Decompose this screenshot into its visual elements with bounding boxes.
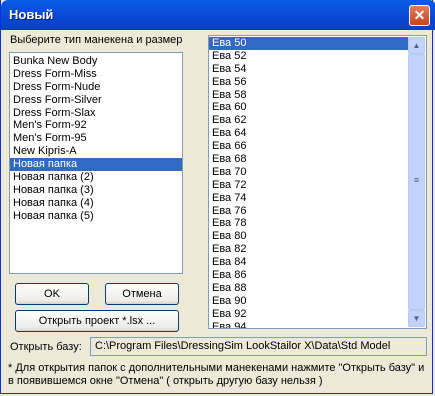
size-list-item[interactable]: Ева 62 [209,114,408,127]
mannequin-list-item[interactable]: Bunka New Body [10,55,182,68]
mannequin-list-item[interactable]: Men's Form-92 [10,119,182,132]
size-list-item[interactable]: Ева 66 [209,140,408,153]
size-list[interactable]: Ева 50 Ева 52 Ева 54 Ева 56 Ева 58 Ева 60 Ева … [208,35,427,329]
scrollbar-thumb[interactable]: ≡ [408,54,425,310]
mannequin-list-item[interactable]: Dress Form-Miss [10,68,182,81]
window-title: Новый [9,7,54,22]
ok-button[interactable]: OK [15,283,89,305]
mannequin-type-list[interactable]: Bunka New Body Dress Form-Miss Dress Form-… [9,52,183,274]
size-list-items: Ева 50 Ева 52 Ева 54 Ева 56 Ева 58 Ева 60 Ева … [209,37,408,328]
mannequin-list-item[interactable]: New Kipris-A [10,145,182,158]
close-button[interactable]: ✕ [409,5,430,26]
info-note: * Для открытия папок с дополнительными м… [8,362,425,387]
size-list-item[interactable]: Ева 90 [209,295,408,308]
size-list-item[interactable]: Ева 64 [209,127,408,140]
size-list-item[interactable]: Ева 80 [209,230,408,243]
cancel-button[interactable]: Отмена [105,283,179,305]
mannequin-list-item[interactable]: Новая папка (3) [10,184,182,197]
open-project-button[interactable]: Открыть проект *.lsx ... [15,310,179,332]
size-list-item[interactable]: Ева 60 [209,101,408,114]
dialog-window: Новый ✕ Выберите тип манекена и размер B… [0,0,435,394]
mannequin-list-item[interactable]: Men's Form-95 [10,132,182,145]
mannequin-list-item[interactable]: Dress Form-Silver [10,94,182,107]
size-list-item[interactable]: Ева 70 [209,166,408,179]
size-list-item[interactable]: Ева 84 [209,256,408,269]
size-list-item[interactable]: Ева 74 [209,192,408,205]
mannequin-list-item[interactable]: Dress Form-Nude [10,81,182,94]
size-list-item[interactable]: Ева 72 [209,179,408,192]
size-list-item[interactable]: Ева 50 [209,37,408,50]
size-list-item[interactable]: Ева 92 [209,308,408,321]
title-bar[interactable]: Новый ✕ [1,0,435,30]
mannequin-list-item[interactable]: Новая папка [10,158,182,172]
mannequin-list-item[interactable]: Новая папка (5) [10,210,182,223]
mannequin-list-header: Выберите тип манекена и размер [10,34,183,46]
size-list-item[interactable]: Ева 52 [209,50,408,63]
mannequin-list-item[interactable]: Dress Form-Slax [10,107,182,120]
size-list-item[interactable]: Ева 88 [209,282,408,295]
mannequin-list-item[interactable]: Новая папка (4) [10,197,182,210]
size-list-item[interactable]: Ева 58 [209,89,408,102]
size-list-item[interactable]: Ева 56 [209,76,408,89]
base-path-field[interactable]: C:\Program Files\DressingSim LookStailor… [90,337,427,356]
size-list-scrollbar[interactable]: ▲ ≡ ▼ [408,37,425,327]
size-list-item[interactable]: Ева 82 [209,243,408,256]
size-list-item[interactable]: Ева 78 [209,217,408,230]
mannequin-list-item[interactable]: Новая папка (2) [10,171,182,184]
size-list-item[interactable]: Ева 54 [209,63,408,76]
size-list-item[interactable]: Ева 76 [209,205,408,218]
scroll-down-arrow-icon[interactable]: ▼ [408,310,425,327]
open-base-label: Открыть базу: [10,341,82,353]
size-list-item[interactable]: Ева 68 [209,153,408,166]
size-list-item[interactable]: Ева 94 [209,321,408,328]
scroll-up-arrow-icon[interactable]: ▲ [408,37,425,54]
size-list-item[interactable]: Ева 86 [209,269,408,282]
